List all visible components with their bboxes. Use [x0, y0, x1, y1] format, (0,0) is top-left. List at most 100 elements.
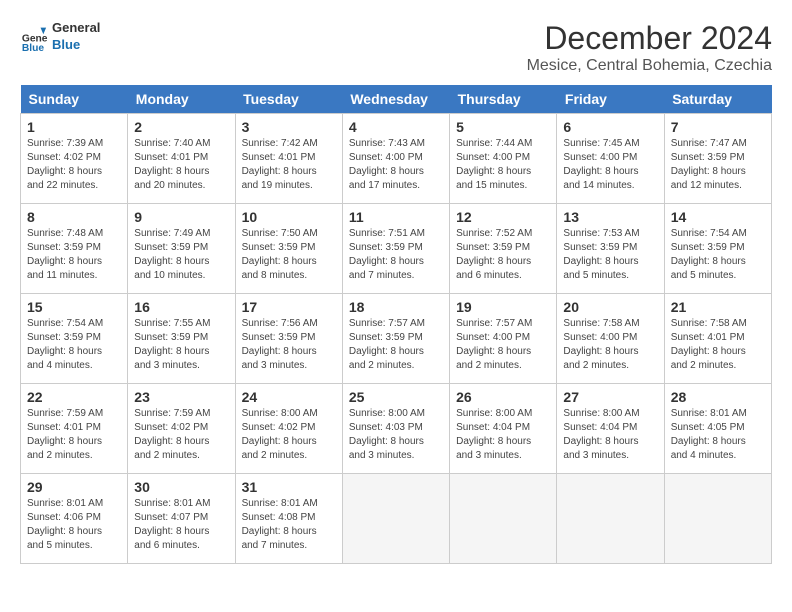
header-thursday: Thursday: [450, 85, 557, 114]
day-number: 7: [671, 119, 765, 135]
header-friday: Friday: [557, 85, 664, 114]
day-cell-18: 18Sunrise: 7:57 AM Sunset: 3:59 PM Dayli…: [342, 294, 449, 384]
day-info: Sunrise: 7:47 AM Sunset: 3:59 PM Dayligh…: [671, 137, 765, 193]
day-cell-14: 14 Sunrise: 7:54 AM Sunset: 3:59 PM Dayli…: [664, 204, 771, 294]
day-info: Sunrise: 8:00 AM Sunset: 4:04 PM Dayligh…: [456, 407, 550, 463]
empty-cell: [664, 474, 771, 564]
svg-text:Blue: Blue: [22, 43, 45, 51]
day-info: Sunrise: 7:48 AM Sunset: 3:59 PM Dayligh…: [27, 227, 121, 283]
day-cell-21: 21Sunrise: 7:58 AM Sunset: 4:01 PM Dayli…: [664, 294, 771, 384]
day-cell-5: 5Sunrise: 7:44 AM Sunset: 4:00 PM Daylig…: [450, 114, 557, 204]
day-cell-2: 2Sunrise: 7:40 AM Sunset: 4:01 PM Daylig…: [128, 114, 235, 204]
day-number: 23: [134, 389, 228, 405]
day-cell-12: 12 Sunrise: 7:52 AM Sunset: 3:59 PM Dayli…: [450, 204, 557, 294]
day-cell-25: 25 Sunrise: 8:00 AM Sunset: 4:03 PM Dayli…: [342, 384, 449, 474]
day-number: 8: [27, 209, 121, 225]
title-area: December 2024 Mesice, Central Bohemia, C…: [527, 20, 772, 75]
day-number: 13: [563, 209, 657, 225]
day-info: Sunrise: 7:57 AM Sunset: 3:59 PM Dayligh…: [349, 317, 443, 373]
day-number: 15: [27, 299, 121, 315]
day-number: 30: [134, 479, 228, 495]
day-number: 22: [27, 389, 121, 405]
day-info: Sunrise: 8:01 AM Sunset: 4:08 PM Dayligh…: [242, 497, 336, 553]
header-tuesday: Tuesday: [235, 85, 342, 114]
day-number: 12: [456, 209, 550, 225]
empty-cell: [557, 474, 664, 564]
day-info: Sunrise: 7:39 AM Sunset: 4:02 PM Dayligh…: [27, 137, 121, 193]
week-row-3: 15 Sunrise: 7:54 AM Sunset: 3:59 PM Dayli…: [21, 294, 772, 384]
month-title: December 2024: [527, 20, 772, 57]
day-number: 10: [242, 209, 336, 225]
logo: General Blue General Blue: [20, 20, 100, 54]
day-cell-26: 26 Sunrise: 8:00 AM Sunset: 4:04 PM Dayli…: [450, 384, 557, 474]
page-header: General Blue General Blue December 2024 …: [20, 20, 772, 75]
day-number: 11: [349, 209, 443, 225]
day-number: 19: [456, 299, 550, 315]
day-cell-20: 20 Sunrise: 7:58 AM Sunset: 4:00 PM Dayli…: [557, 294, 664, 384]
day-info: Sunrise: 7:58 AM Sunset: 4:00 PM Dayligh…: [563, 317, 657, 373]
day-cell-8: 8 Sunrise: 7:48 AM Sunset: 3:59 PM Daylig…: [21, 204, 128, 294]
week-row-1: 1 Sunrise: 7:39 AM Sunset: 4:02 PM Daylig…: [21, 114, 772, 204]
day-number: 17: [242, 299, 336, 315]
day-info: Sunrise: 7:57 AM Sunset: 4:00 PM Dayligh…: [456, 317, 550, 373]
header-sunday: Sunday: [21, 85, 128, 114]
day-number: 6: [563, 119, 657, 135]
day-info: Sunrise: 8:00 AM Sunset: 4:02 PM Dayligh…: [242, 407, 336, 463]
empty-cell: [450, 474, 557, 564]
day-info: Sunrise: 7:53 AM Sunset: 3:59 PM Dayligh…: [563, 227, 657, 283]
header-saturday: Saturday: [664, 85, 771, 114]
day-cell-7: 7 Sunrise: 7:47 AM Sunset: 3:59 PM Daylig…: [664, 114, 771, 204]
day-cell-23: 23 Sunrise: 7:59 AM Sunset: 4:02 PM Dayli…: [128, 384, 235, 474]
day-info: Sunrise: 8:00 AM Sunset: 4:04 PM Dayligh…: [563, 407, 657, 463]
day-cell-6: 6Sunrise: 7:45 AM Sunset: 4:00 PM Daylig…: [557, 114, 664, 204]
day-cell-30: 30 Sunrise: 8:01 AM Sunset: 4:07 PM Dayli…: [128, 474, 235, 564]
day-info: Sunrise: 8:01 AM Sunset: 4:07 PM Dayligh…: [134, 497, 228, 553]
day-cell-19: 19 Sunrise: 7:57 AM Sunset: 4:00 PM Dayli…: [450, 294, 557, 384]
day-info: Sunrise: 7:54 AM Sunset: 3:59 PM Dayligh…: [671, 227, 765, 283]
day-cell-9: 9Sunrise: 7:49 AM Sunset: 3:59 PM Daylig…: [128, 204, 235, 294]
day-cell-24: 24Sunrise: 8:00 AM Sunset: 4:02 PM Dayli…: [235, 384, 342, 474]
day-cell-16: 16Sunrise: 7:55 AM Sunset: 3:59 PM Dayli…: [128, 294, 235, 384]
day-cell-22: 22 Sunrise: 7:59 AM Sunset: 4:01 PM Dayli…: [21, 384, 128, 474]
day-cell-15: 15 Sunrise: 7:54 AM Sunset: 3:59 PM Dayli…: [21, 294, 128, 384]
day-cell-29: 29Sunrise: 8:01 AM Sunset: 4:06 PM Dayli…: [21, 474, 128, 564]
day-number: 25: [349, 389, 443, 405]
logo-line1: General: [52, 20, 100, 37]
day-cell-1: 1 Sunrise: 7:39 AM Sunset: 4:02 PM Daylig…: [21, 114, 128, 204]
day-number: 27: [563, 389, 657, 405]
week-row-4: 22 Sunrise: 7:59 AM Sunset: 4:01 PM Dayli…: [21, 384, 772, 474]
location-title: Mesice, Central Bohemia, Czechia: [527, 57, 772, 75]
day-info: Sunrise: 7:59 AM Sunset: 4:02 PM Dayligh…: [134, 407, 228, 463]
day-cell-3: 3Sunrise: 7:42 AM Sunset: 4:01 PM Daylig…: [235, 114, 342, 204]
day-info: Sunrise: 7:40 AM Sunset: 4:01 PM Dayligh…: [134, 137, 228, 193]
day-cell-10: 10 Sunrise: 7:50 AM Sunset: 3:59 PM Dayli…: [235, 204, 342, 294]
day-info: Sunrise: 7:43 AM Sunset: 4:00 PM Dayligh…: [349, 137, 443, 193]
day-number: 26: [456, 389, 550, 405]
day-info: Sunrise: 8:00 AM Sunset: 4:03 PM Dayligh…: [349, 407, 443, 463]
day-info: Sunrise: 7:50 AM Sunset: 3:59 PM Dayligh…: [242, 227, 336, 283]
day-number: 1: [27, 119, 121, 135]
day-cell-31: 31 Sunrise: 8:01 AM Sunset: 4:08 PM Dayli…: [235, 474, 342, 564]
day-info: Sunrise: 7:51 AM Sunset: 3:59 PM Dayligh…: [349, 227, 443, 283]
header-wednesday: Wednesday: [342, 85, 449, 114]
day-cell-17: 17Sunrise: 7:56 AM Sunset: 3:59 PM Dayli…: [235, 294, 342, 384]
week-row-5: 29Sunrise: 8:01 AM Sunset: 4:06 PM Dayli…: [21, 474, 772, 564]
day-info: Sunrise: 7:59 AM Sunset: 4:01 PM Dayligh…: [27, 407, 121, 463]
logo-icon: General Blue: [20, 23, 48, 51]
day-number: 4: [349, 119, 443, 135]
day-number: 14: [671, 209, 765, 225]
day-info: Sunrise: 7:54 AM Sunset: 3:59 PM Dayligh…: [27, 317, 121, 373]
header-monday: Monday: [128, 85, 235, 114]
day-number: 20: [563, 299, 657, 315]
day-info: Sunrise: 7:44 AM Sunset: 4:00 PM Dayligh…: [456, 137, 550, 193]
calendar-header-row: Sunday Monday Tuesday Wednesday Thursday…: [21, 85, 772, 114]
day-cell-4: 4 Sunrise: 7:43 AM Sunset: 4:00 PM Daylig…: [342, 114, 449, 204]
day-number: 31: [242, 479, 336, 495]
day-number: 3: [242, 119, 336, 135]
day-cell-27: 27 Sunrise: 8:00 AM Sunset: 4:04 PM Dayli…: [557, 384, 664, 474]
day-info: Sunrise: 7:49 AM Sunset: 3:59 PM Dayligh…: [134, 227, 228, 283]
day-info: Sunrise: 7:52 AM Sunset: 3:59 PM Dayligh…: [456, 227, 550, 283]
day-number: 28: [671, 389, 765, 405]
calendar-table: Sunday Monday Tuesday Wednesday Thursday…: [20, 85, 772, 564]
empty-cell: [342, 474, 449, 564]
